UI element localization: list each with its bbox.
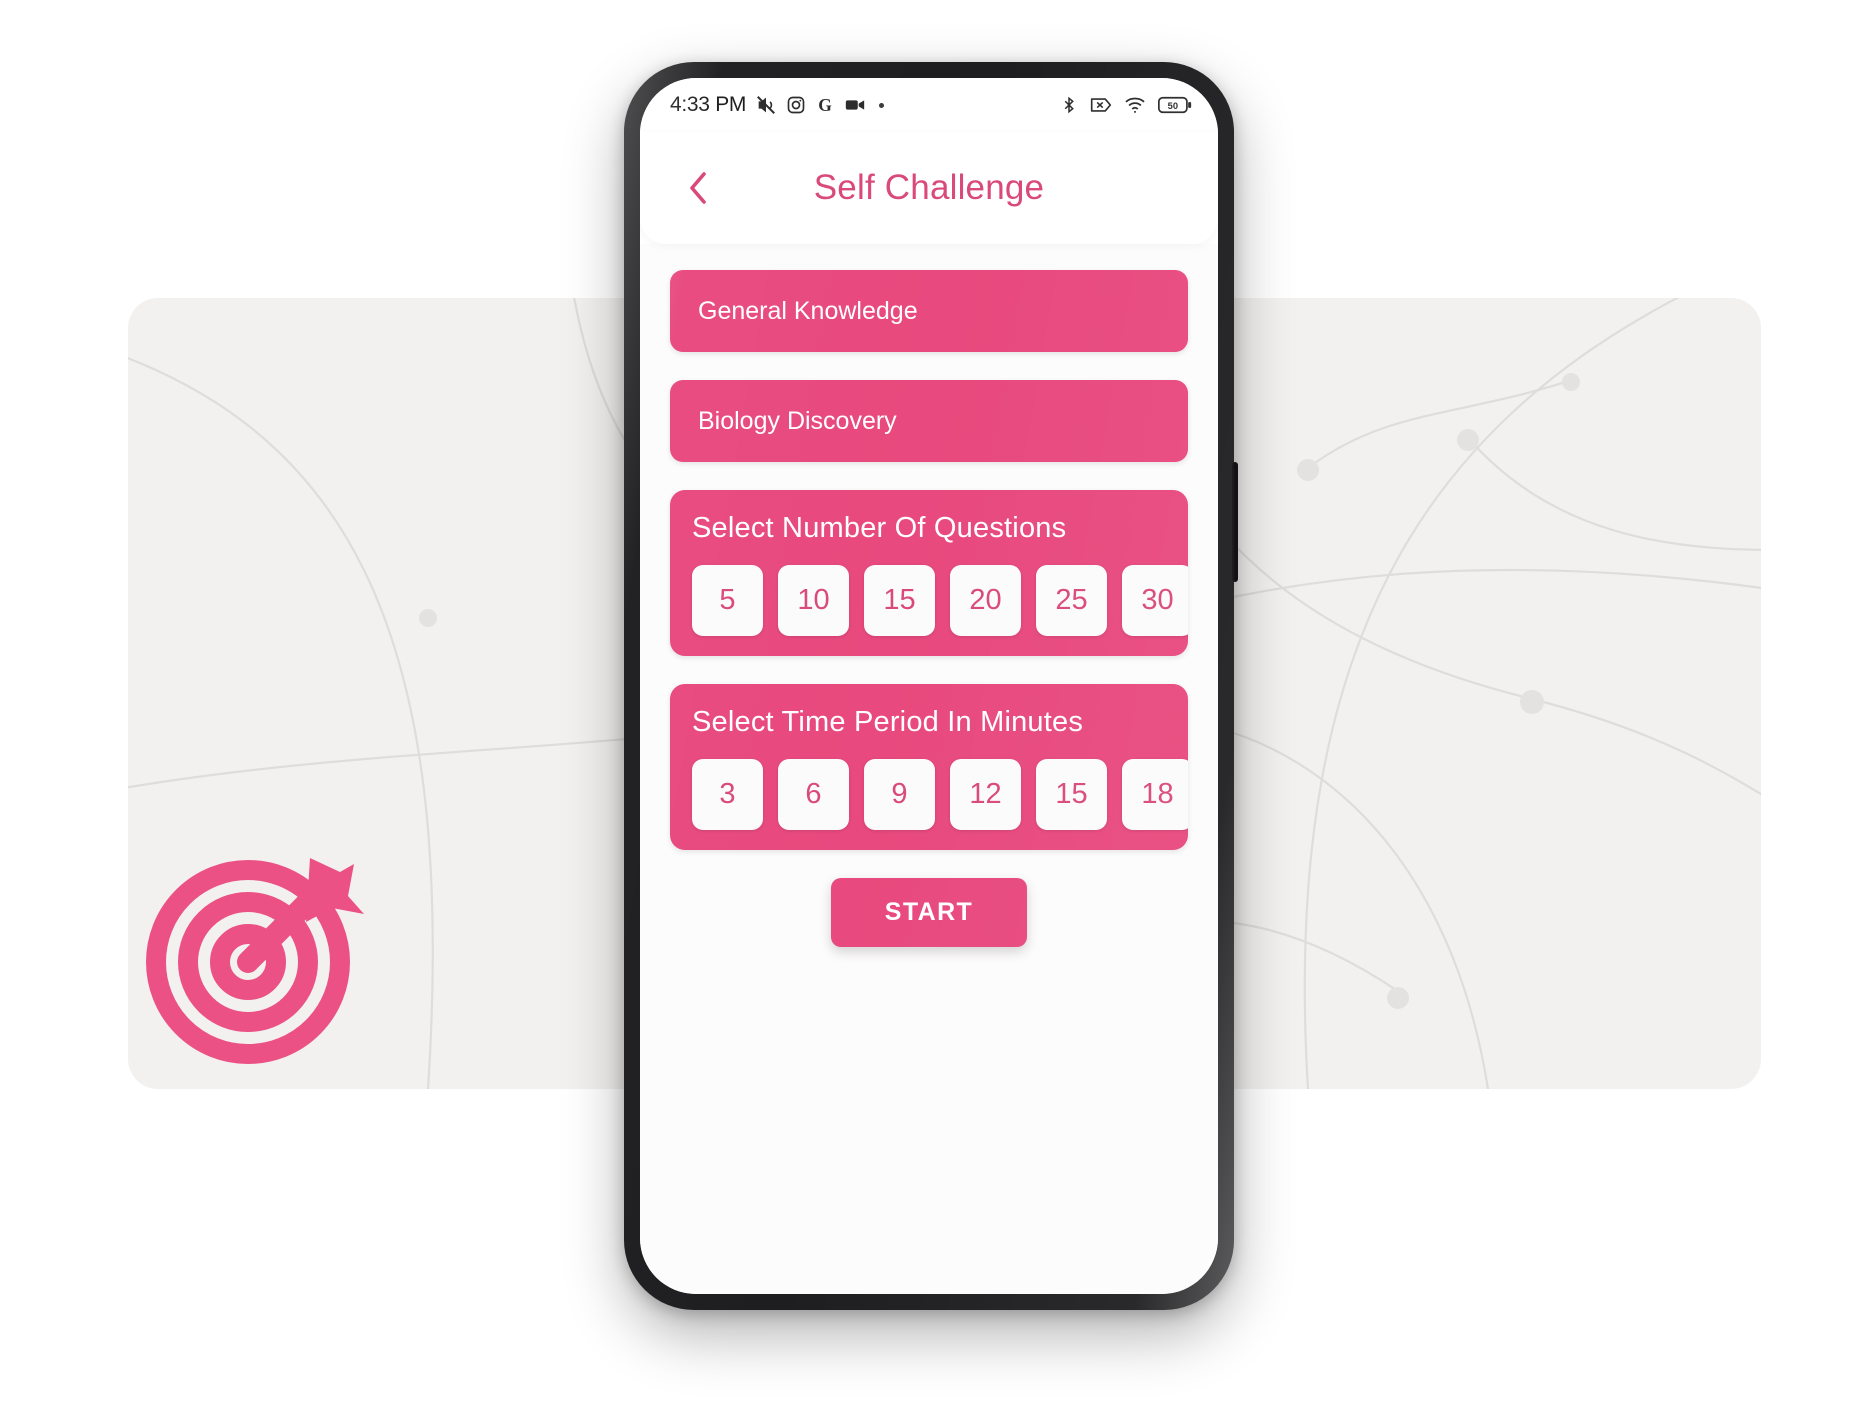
time-period-chip[interactable]: 15 bbox=[1036, 759, 1107, 830]
instagram-icon bbox=[787, 96, 805, 114]
question-count-chip[interactable]: 30 bbox=[1122, 565, 1188, 636]
google-icon: G bbox=[818, 95, 832, 115]
chevron-left-icon bbox=[690, 172, 706, 204]
status-time: 4:33 PM bbox=[670, 93, 747, 116]
mute-icon bbox=[757, 96, 776, 114]
bluetooth-icon bbox=[1064, 96, 1074, 114]
question-count-chip-row[interactable]: 5 10 15 20 25 30 bbox=[692, 565, 1188, 636]
time-card-title: Select Time Period In Minutes bbox=[692, 706, 1084, 738]
topic-label: Biology Discovery bbox=[698, 406, 897, 435]
power-button[interactable] bbox=[1232, 462, 1238, 582]
start-button-row: START bbox=[670, 878, 1188, 947]
questions-card-title: Select Number Of Questions bbox=[692, 512, 1067, 544]
status-bar: 4:33 PM G 50 bbox=[640, 78, 1218, 132]
question-count-chip[interactable]: 10 bbox=[778, 565, 849, 636]
time-period-chip[interactable]: 9 bbox=[864, 759, 935, 830]
time-period-chip[interactable]: 18 bbox=[1122, 759, 1188, 830]
battery-level: 50 bbox=[1168, 101, 1178, 111]
screenshot-root: 4:33 PM G 50 Self Challenge General Know… bbox=[0, 0, 1856, 1426]
status-bar-left: 4:33 PM G bbox=[670, 93, 885, 117]
time-period-chip[interactable]: 6 bbox=[778, 759, 849, 830]
app-content: General Knowledge Biology Discovery Sele… bbox=[640, 244, 1218, 1294]
video-camera-icon bbox=[845, 100, 865, 110]
topic-label: General Knowledge bbox=[698, 296, 918, 325]
page-title: Self Challenge bbox=[813, 168, 1045, 207]
back-button[interactable] bbox=[676, 166, 720, 210]
dot-icon bbox=[879, 102, 885, 108]
target-dartboard-icon bbox=[140, 838, 368, 1066]
app-header: Self Challenge bbox=[640, 132, 1218, 244]
phone-mockup: 4:33 PM G 50 Self Challenge General Know… bbox=[624, 62, 1238, 1310]
topic-button-general-knowledge[interactable]: General Knowledge bbox=[670, 270, 1188, 352]
svg-text:G: G bbox=[818, 95, 832, 115]
phone-screen: 4:33 PM G 50 Self Challenge General Know… bbox=[640, 78, 1218, 1294]
select-time-period-card: Select Time Period In Minutes 3 6 9 12 1… bbox=[670, 684, 1188, 850]
topic-button-biology-discovery[interactable]: Biology Discovery bbox=[670, 380, 1188, 462]
no-sim-icon bbox=[1090, 98, 1112, 112]
question-count-chip[interactable]: 5 bbox=[692, 565, 763, 636]
start-button[interactable]: START bbox=[830, 878, 1028, 947]
question-count-chip[interactable]: 20 bbox=[950, 565, 1021, 636]
question-count-chip[interactable]: 15 bbox=[864, 565, 935, 636]
battery-icon: 50 bbox=[1158, 96, 1192, 114]
time-period-chip-row[interactable]: 3 6 9 12 15 18 bbox=[692, 759, 1188, 830]
status-bar-right: 50 bbox=[1060, 95, 1192, 115]
time-period-chip[interactable]: 3 bbox=[692, 759, 763, 830]
time-period-chip[interactable]: 12 bbox=[950, 759, 1021, 830]
question-count-chip[interactable]: 25 bbox=[1036, 565, 1107, 636]
select-number-of-questions-card: Select Number Of Questions 5 10 15 20 25… bbox=[670, 490, 1188, 656]
wifi-icon bbox=[1125, 97, 1145, 113]
